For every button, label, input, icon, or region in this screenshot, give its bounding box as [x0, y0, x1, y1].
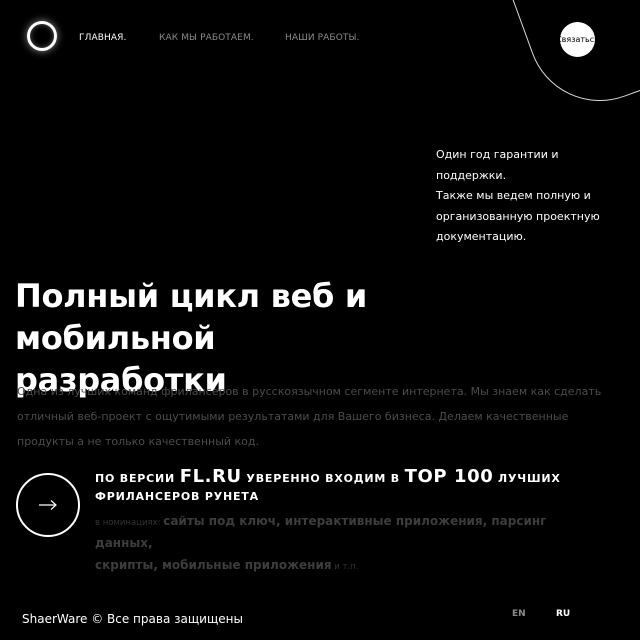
nav-item-how-we-work[interactable]: КАК МЫ РАБОТАЕМ.	[159, 33, 285, 43]
copyright-text: ShaerWare © Все права защищены	[22, 612, 243, 626]
guarantee-line: документацию.	[436, 230, 527, 243]
nominations-prefix: в номинациях:	[95, 518, 161, 528]
ring-logo-icon[interactable]	[27, 21, 57, 51]
top-rank-label: TOP 100	[404, 466, 494, 487]
nominations-list: скрипты, мобильные приложения	[95, 558, 332, 572]
guarantee-line: организованную проектную	[436, 209, 600, 223]
hero-description-line: отличный веб-проект с ощутимыми результа…	[17, 410, 569, 423]
achievement-line: ПО ВЕРСИИ FL.RU УВЕРЕННО ВХОДИМ В TOP 10…	[95, 466, 561, 487]
contact-button-label: Связаться	[556, 35, 599, 44]
achievement-middle: УВЕРЕННО ВХОДИМ В	[246, 472, 400, 485]
achievement-line-2: ФРИЛАНСЕРОВ РУНЕТА	[95, 490, 259, 503]
fl-site-label: FL.RU	[179, 466, 242, 487]
guarantee-line: Также мы ведем полную и	[436, 189, 591, 202]
hero-description: Одна из лучших команд фрилансеров в русс…	[17, 379, 607, 454]
lang-en-button[interactable]: EN	[512, 609, 526, 619]
lang-ru-button[interactable]: RU	[556, 609, 570, 619]
nominations-text: в номинациях: сайты под ключ, интерактив…	[95, 511, 595, 577]
hero-description-line: продукты а не только качественный код.	[17, 435, 260, 448]
nominations-list: сайты под ключ, интерактивные приложения…	[95, 514, 547, 550]
main-nav: ГЛАВНАЯ. КАК МЫ РАБОТАЕМ. НАШИ РАБОТЫ.	[79, 33, 359, 43]
arrow-button[interactable]	[16, 473, 80, 537]
guarantee-text: Один год гарантии и поддержки. Также мы …	[436, 145, 626, 248]
hero-title-line: Полный цикл веб и	[15, 277, 368, 315]
guarantee-line: Один год гарантии и поддержки.	[436, 148, 559, 182]
nav-item-our-works[interactable]: НАШИ РАБОТЫ.	[285, 33, 359, 43]
hero-description-line: Одна из лучших команд фрилансеров в русс…	[17, 385, 602, 398]
arrow-right-icon	[39, 500, 57, 510]
achievement-suffix: ЛУЧШИХ	[498, 472, 561, 485]
corner-decorative-shape	[486, 0, 640, 122]
contact-button[interactable]: Связаться	[556, 22, 599, 57]
achievement-prefix: ПО ВЕРСИИ	[95, 472, 176, 485]
nav-item-home[interactable]: ГЛАВНАЯ.	[79, 33, 159, 43]
nominations-suffix: и т.п.	[334, 562, 359, 572]
